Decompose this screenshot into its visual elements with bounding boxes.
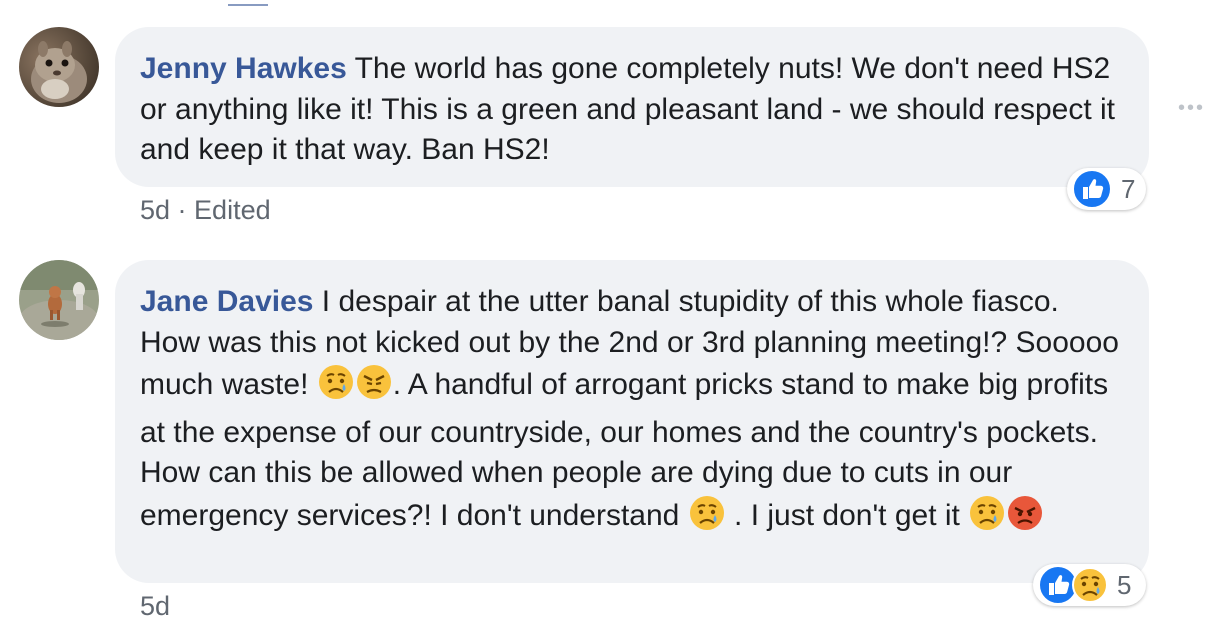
comment-bubble: Jane Davies I despair at the utter banal… [115, 260, 1149, 583]
comment-author[interactable]: Jane Davies [140, 285, 313, 318]
reaction-count: 7 [1121, 173, 1136, 204]
comment-text: Jane Davies I despair at the utter banal… [140, 282, 1125, 543]
previous-comment-link-fragment [228, 0, 268, 6]
more-options-icon[interactable]: ••• [1178, 97, 1205, 120]
sad-icon [1072, 567, 1108, 603]
like-icon [1072, 169, 1112, 209]
comment-text: Jenny Hawkes The world has gone complete… [140, 49, 1125, 171]
squirrel-avatar-icon [19, 27, 99, 107]
comment-meta: 5d [140, 591, 170, 622]
reactions-summary[interactable]: 7 [1067, 168, 1146, 210]
avatar-jane-davies[interactable] [19, 260, 99, 340]
angry-emoji [355, 363, 393, 413]
pouting-emoji [1006, 494, 1044, 544]
comment-body-part: . I just don't get it [725, 498, 969, 532]
edited-label[interactable]: Edited [194, 195, 271, 225]
meta-separator: · [170, 195, 195, 225]
comment-timestamp[interactable]: 5d [140, 591, 170, 621]
sad-tear-emoji [317, 363, 355, 413]
comment-meta: 5d · Edited [140, 195, 271, 226]
dog-photo-avatar-icon [19, 260, 99, 340]
comment-bubble: Jenny Hawkes The world has gone complete… [115, 27, 1149, 187]
reactions-summary[interactable]: 5 [1033, 564, 1146, 606]
comment-timestamp[interactable]: 5d [140, 195, 170, 225]
sad-tear-emoji [688, 494, 726, 544]
reaction-count: 5 [1117, 569, 1132, 600]
comment-author[interactable]: Jenny Hawkes [140, 52, 347, 85]
avatar-jenny-hawkes[interactable] [19, 27, 99, 107]
sad-tear-emoji [968, 494, 1006, 544]
